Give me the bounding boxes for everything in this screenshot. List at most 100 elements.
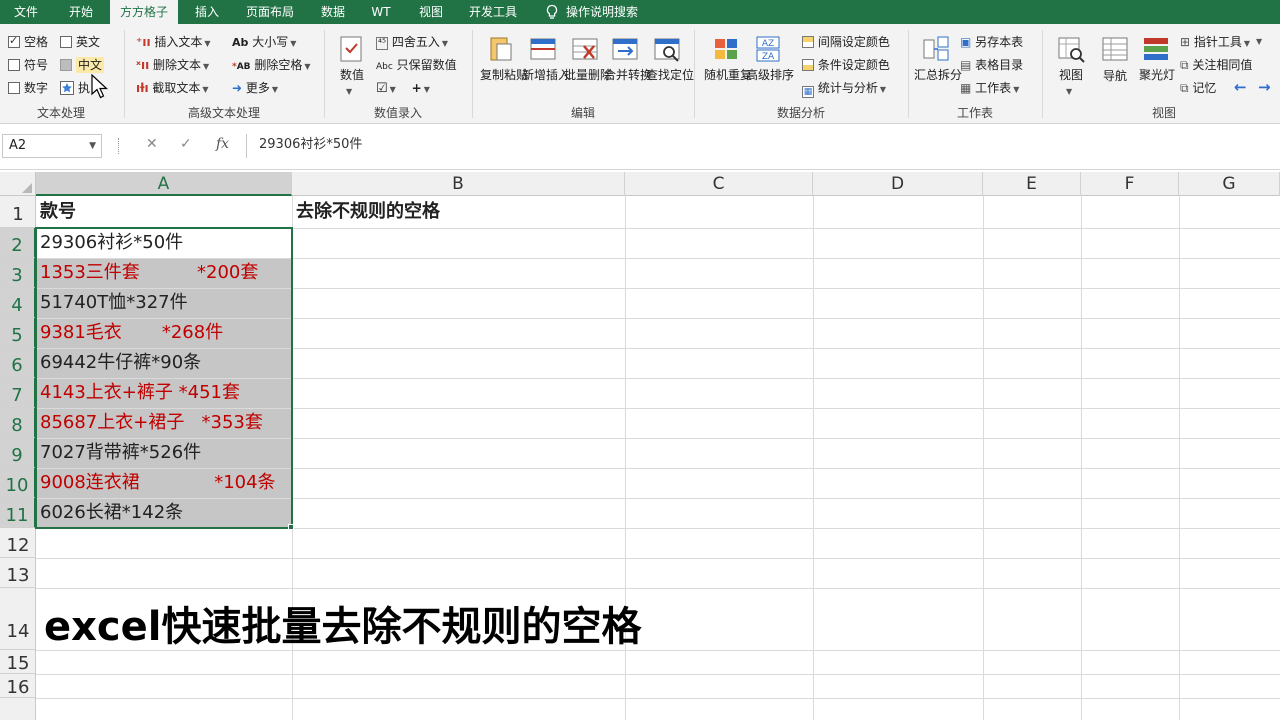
back-arrow-icon[interactable]: ← xyxy=(1234,79,1247,95)
row-header-7[interactable]: 7 xyxy=(0,378,36,408)
tab-developer[interactable]: 开发工具 xyxy=(460,0,526,24)
number-value-label[interactable]: 数值 xyxy=(334,68,370,83)
formula-input[interactable]: 29306衬衫*50件 xyxy=(246,134,1280,158)
condition-color-button[interactable]: 条件设定颜色 xyxy=(802,57,890,73)
checkbox-number[interactable] xyxy=(8,82,20,94)
edit-insert-button[interactable]: ☑ ▼ + ▼ xyxy=(376,80,430,98)
delete-space-button[interactable]: *AB 删除空格 ▼ xyxy=(232,57,311,75)
column-header-c[interactable]: C xyxy=(625,172,813,196)
column-header-b[interactable]: B xyxy=(292,172,625,196)
spotlight-label[interactable]: 聚光灯 xyxy=(1138,68,1176,83)
advanced-sort-label[interactable]: 高级排序 xyxy=(746,68,794,83)
advanced-sort-icon[interactable]: AZ ZA xyxy=(754,34,782,64)
copy-paste-label[interactable]: 复制粘贴 xyxy=(480,68,528,83)
number-value-icon[interactable] xyxy=(338,34,366,64)
view-caret[interactable]: ▼ xyxy=(1066,84,1072,100)
enter-check-icon[interactable]: ✓ xyxy=(180,136,192,152)
pointer-caret[interactable]: ▼ xyxy=(1256,34,1262,50)
tab-view[interactable]: 视图 xyxy=(408,0,454,24)
add-insert-label[interactable]: 新增插入 xyxy=(522,68,570,83)
copy-paste-icon[interactable] xyxy=(486,34,516,64)
checkbox-symbol[interactable] xyxy=(8,59,20,71)
splitter-handle[interactable] xyxy=(118,138,120,154)
row-header-6[interactable]: 6 xyxy=(0,348,36,378)
keep-number-button[interactable]: Abc 只保留数值 xyxy=(376,57,457,75)
fill-handle[interactable] xyxy=(288,524,294,530)
extract-text-button[interactable]: ıƚı 截取文本 ▼ xyxy=(136,80,209,98)
column-header-e[interactable]: E xyxy=(983,172,1081,196)
checkbox-english[interactable] xyxy=(60,36,72,48)
cancel-icon[interactable]: ✕ xyxy=(146,136,158,152)
save-sheet-button[interactable]: ▣ 另存本表 xyxy=(960,34,1023,50)
star-execute-icon[interactable] xyxy=(60,81,74,95)
random-repeat-icon[interactable] xyxy=(712,34,740,64)
case-button[interactable]: Ab 大小写 ▼ xyxy=(232,34,296,52)
plus-icon[interactable]: + xyxy=(412,81,422,95)
batch-delete-icon[interactable] xyxy=(570,34,600,64)
row-header-1[interactable]: 1 xyxy=(0,196,36,228)
row-header-12[interactable]: 12 xyxy=(0,528,36,558)
forward-arrow-icon[interactable]: → xyxy=(1258,79,1271,95)
navigation-icon[interactable] xyxy=(1100,34,1130,64)
cell-a1[interactable]: 款号 xyxy=(36,197,76,227)
row-header-5[interactable]: 5 xyxy=(0,318,36,348)
view-zoom-icon[interactable] xyxy=(1056,34,1086,64)
tab-wt[interactable]: WT xyxy=(362,0,400,24)
tab-file[interactable]: 文件 xyxy=(0,0,52,24)
row-header-10[interactable]: 10 xyxy=(0,468,36,498)
column-header-g[interactable]: G xyxy=(1179,172,1280,196)
more-button[interactable]: ➜ 更多 ▼ xyxy=(232,80,278,98)
cell-b1[interactable]: 去除不规则的空格 xyxy=(292,197,440,227)
name-box-dropdown-icon[interactable]: ▼ xyxy=(89,135,96,157)
delete-text-button[interactable]: ˣıı 删除文本 ▼ xyxy=(136,57,209,75)
name-box[interactable]: A2 ▼ xyxy=(2,134,102,158)
tab-home[interactable]: 开始 xyxy=(56,0,106,24)
pointer-tool-button[interactable]: ⊞ 指针工具 ▼ xyxy=(1180,34,1250,52)
row-header-15[interactable]: 15 xyxy=(0,650,36,674)
tab-fangfang[interactable]: 方方格子 xyxy=(110,0,178,24)
summary-split-icon[interactable] xyxy=(922,34,950,64)
spotlight-icon[interactable] xyxy=(1142,34,1170,64)
checkbox-chinese[interactable] xyxy=(60,59,72,71)
worksheet-grid[interactable]: 款号 去除不规则的空格 29306衬衫*50件 1353三件套 *200套 51… xyxy=(35,196,1280,720)
find-locate-label[interactable]: 查找定位 xyxy=(646,68,694,83)
tell-me-search[interactable]: 操作说明搜索 xyxy=(566,0,652,24)
sheet-toc-button[interactable]: ▤ 表格目录 xyxy=(960,57,1023,73)
worksheet-button[interactable]: ▦ 工作表 ▼ xyxy=(960,80,1019,98)
column-header-d[interactable]: D xyxy=(813,172,983,196)
column-header-f[interactable]: F xyxy=(1081,172,1179,196)
group-title-view: 视图 xyxy=(1151,106,1176,120)
row-header-13[interactable]: 13 xyxy=(0,558,36,588)
select-all-corner[interactable] xyxy=(0,172,36,196)
stats-analysis-button[interactable]: ▦ 统计与分析 ▼ xyxy=(802,80,886,98)
column-header-a[interactable]: A xyxy=(36,172,292,196)
row-header-2[interactable]: 2 xyxy=(0,228,36,258)
number-value-caret[interactable]: ▼ xyxy=(346,84,352,100)
insert-text-button[interactable]: ⁺ıı 插入文本 ▼ xyxy=(136,34,211,52)
row-header-14[interactable]: 14 xyxy=(0,588,36,650)
add-insert-icon[interactable] xyxy=(528,34,558,64)
row-header-11[interactable]: 11 xyxy=(0,498,36,528)
insert-function-icon[interactable]: fx xyxy=(216,136,229,152)
tab-insert[interactable]: 插入 xyxy=(184,0,230,24)
navigation-label[interactable]: 导航 xyxy=(1098,68,1132,85)
batch-delete-label[interactable]: 批量删除 xyxy=(564,68,612,83)
merge-convert-icon[interactable] xyxy=(610,34,640,64)
tab-page-layout[interactable]: 页面布局 xyxy=(238,0,302,24)
merge-convert-label[interactable]: 合并转换 xyxy=(604,68,652,83)
interval-color-button[interactable]: 间隔设定颜色 xyxy=(802,34,890,50)
row-header-4[interactable]: 4 xyxy=(0,288,36,318)
round-button[interactable]: ⁴⁵ 四舍五入 ▼ xyxy=(376,34,448,52)
tab-data[interactable]: 数据 xyxy=(310,0,356,24)
summary-split-label[interactable]: 汇总拆分 xyxy=(914,68,962,83)
random-repeat-label[interactable]: 随机重复 xyxy=(704,68,752,83)
row-header-16[interactable]: 16 xyxy=(0,674,36,698)
memory-button[interactable]: ⧉ 记忆 xyxy=(1180,80,1216,96)
checkbox-space[interactable] xyxy=(8,34,20,48)
same-value-button[interactable]: ⧉ 关注相同值 xyxy=(1180,57,1252,73)
row-header-3[interactable]: 3 xyxy=(0,258,36,288)
find-locate-icon[interactable] xyxy=(652,34,682,64)
view-label[interactable]: 视图 xyxy=(1052,68,1090,83)
row-header-9[interactable]: 9 xyxy=(0,438,36,468)
row-header-8[interactable]: 8 xyxy=(0,408,36,438)
